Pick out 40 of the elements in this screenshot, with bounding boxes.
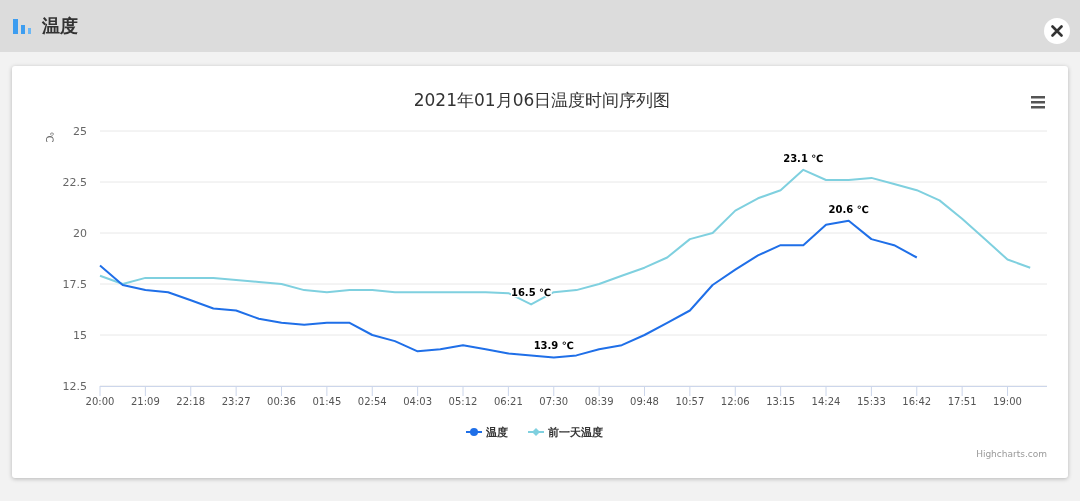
axis-label: 02:54 [357, 396, 387, 407]
data-label: 20.6 ℃ [828, 203, 869, 215]
axis-label: 12.5 [62, 380, 87, 393]
axis-title: ℃ [44, 131, 55, 143]
axis-label: 22:18 [176, 396, 206, 407]
axis-label: 09:48 [630, 396, 659, 407]
axis-label: 08:39 [584, 396, 614, 407]
axis-label: 15:33 [857, 396, 886, 407]
legend-item[interactable]: 温度 [486, 426, 508, 439]
axis-label: 22.5 [62, 176, 87, 189]
legend-item[interactable]: 前一天温度 [548, 426, 603, 439]
axis-label: 16:42 [902, 396, 932, 407]
axis-label: 00:36 [267, 396, 296, 407]
axis-label: 06:21 [493, 396, 523, 407]
axis-label: 25 [73, 125, 87, 138]
axis-label: 20:00 [85, 396, 115, 407]
data-label: 16.5 ℃ [510, 287, 552, 299]
window-title: 温度 [42, 14, 79, 38]
axis-label: 17.5 [62, 278, 87, 291]
axis-label: 04:03 [403, 396, 433, 407]
data-label: 23.1 ℃ [783, 152, 824, 164]
axis-label: 20 [73, 227, 87, 240]
chart-title: 2021年01月06日温度时间序列图 [413, 90, 671, 110]
axis-label: 13:15 [766, 396, 796, 407]
close-button[interactable] [1044, 18, 1070, 44]
axis-label: 01:45 [312, 396, 342, 407]
data-label: 13.9 ℃ [533, 340, 574, 352]
close-icon [1051, 25, 1063, 37]
axis-label: 07:30 [539, 396, 569, 407]
axis-label: 14:24 [811, 396, 841, 407]
menu-icon[interactable] [1031, 96, 1045, 109]
axis-label: 12:06 [720, 396, 750, 407]
axis-label: 19:00 [993, 396, 1022, 407]
axis-label: 10:57 [675, 396, 705, 407]
axis-label: 05:12 [448, 396, 478, 407]
axis-label: 21:09 [130, 396, 160, 407]
bar-chart-icon [12, 17, 32, 35]
axis-label: 15 [73, 329, 87, 342]
axis-label: 23:27 [221, 396, 251, 407]
axis-label: 17:51 [947, 396, 977, 407]
